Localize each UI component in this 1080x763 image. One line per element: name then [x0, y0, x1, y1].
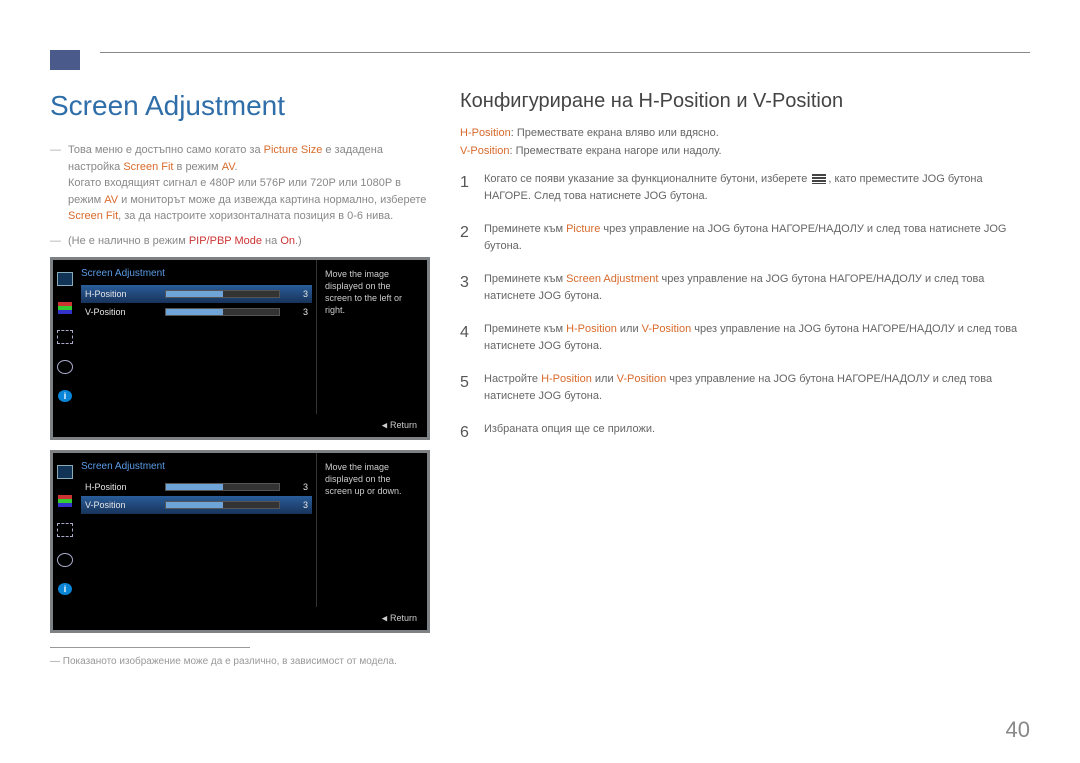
page-number: 40 [1006, 717, 1030, 743]
availability-note-1: ― Това меню е достъпно само когато за Pi… [50, 142, 430, 225]
footnote: ― Показаното изображение може да е разли… [50, 656, 430, 667]
return-icon: ◀ [381, 421, 387, 430]
pip-icon [57, 523, 73, 537]
info-icon: i [58, 583, 72, 595]
picture-icon [57, 465, 73, 479]
availability-note-2: ― (Не е налично в режим PIP/PBP Mode на … [50, 233, 430, 250]
return-icon: ◀ [381, 614, 387, 623]
menu-icon [812, 174, 826, 184]
osd-item-vposition[interactable]: V-Position 3 [81, 303, 312, 321]
osd-help-text: Move the image displayed on the screen t… [316, 260, 427, 414]
return-label[interactable]: Return [390, 420, 417, 430]
osd-help-text: Move the image displayed on the screen u… [316, 453, 427, 607]
osd-item-hposition[interactable]: H-Position 3 [81, 285, 312, 303]
osd-screenshot-2: i Screen Adjustment H-Position 3 V-Posit… [50, 450, 430, 633]
info-icon: i [58, 390, 72, 402]
chapter-tab [50, 50, 80, 70]
slider-bar[interactable] [165, 501, 280, 509]
picture-icon [57, 272, 73, 286]
subsection-heading: Конфигуриране на H-Position и V-Position [460, 90, 1030, 113]
step-list: 1Когато се появи указание за функционалн… [460, 171, 1030, 446]
note-strong: Picture Size [264, 144, 323, 156]
slider-bar[interactable] [165, 308, 280, 316]
osd-item-vposition[interactable]: V-Position 3 [81, 496, 312, 514]
pip-icon [57, 330, 73, 344]
top-rule [50, 50, 1030, 70]
color-icon [58, 302, 72, 314]
color-icon [58, 495, 72, 507]
return-label[interactable]: Return [390, 613, 417, 623]
osd-screenshot-1: i Screen Adjustment H-Position 3 V-Posit… [50, 257, 430, 440]
osd-title: Screen Adjustment [81, 266, 312, 285]
gear-icon [57, 360, 73, 374]
section-heading: Screen Adjustment [50, 90, 430, 122]
slider-bar[interactable] [165, 290, 280, 298]
gear-icon [57, 553, 73, 567]
osd-item-hposition[interactable]: H-Position 3 [81, 478, 312, 496]
vposition-desc: V-Position: Премествате екрана нагоре ил… [460, 145, 1030, 157]
slider-bar[interactable] [165, 483, 280, 491]
hposition-desc: H-Position: Премествате екрана вляво или… [460, 127, 1030, 139]
note-text: Това меню е достъпно само когато за [68, 144, 264, 156]
osd-title: Screen Adjustment [81, 459, 312, 478]
